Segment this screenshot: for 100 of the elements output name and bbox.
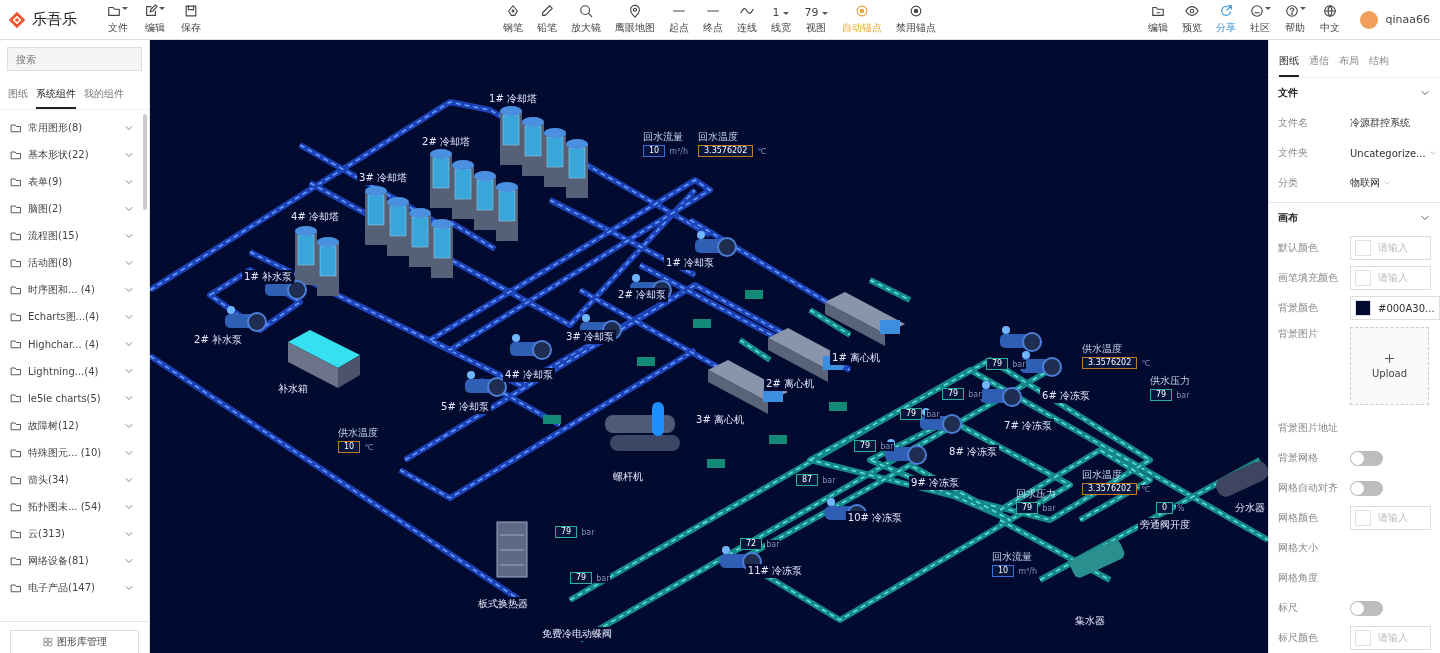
category-item[interactable]: 故障树(12) xyxy=(28,418,117,433)
caret-icon xyxy=(1264,7,1271,10)
scrollbar[interactable] xyxy=(143,114,147,210)
category-item[interactable]: 脑图(2) xyxy=(28,201,117,216)
toolbar-button[interactable]: 文件 xyxy=(103,2,132,37)
toolbar-button[interactable]: 鹰眼地图 xyxy=(610,2,659,37)
category-item[interactable]: Lightning...(4) xyxy=(28,365,117,377)
equipment-label: 2# 冷却塔 xyxy=(420,135,472,149)
category-item[interactable]: 时序图和... (4) xyxy=(28,283,117,298)
equipment-label: 5# 冷却泵 xyxy=(439,400,491,414)
field-label: 网格大小 xyxy=(1278,541,1319,555)
library-manage-button[interactable]: 图形库管理 xyxy=(10,630,139,653)
floppy-icon xyxy=(184,4,198,18)
readout-value: 10 xyxy=(338,441,361,453)
category-item[interactable]: 活动图(8) xyxy=(28,256,117,270)
readout-value: 3.3576202 xyxy=(698,145,754,157)
equipment-label: 3# 冷却塔 xyxy=(357,171,409,185)
category-item[interactable]: 特殊图元... (10) xyxy=(28,445,117,460)
category-item[interactable]: Highchar... (4) xyxy=(28,338,117,350)
readout-caption: 回水流量 xyxy=(992,550,1033,564)
folder-icon xyxy=(10,365,22,378)
toolbar-button[interactable]: 连线 xyxy=(732,2,761,37)
toolbar-button[interactable]: 1 线宽 xyxy=(766,2,795,37)
target-icon xyxy=(854,4,869,18)
toolbar-button[interactable]: 预览 xyxy=(1177,2,1206,37)
tab[interactable]: 图纸 xyxy=(8,83,28,109)
section-title[interactable]: 画布 xyxy=(1278,211,1298,225)
category-item[interactable]: 常用图形(8) xyxy=(28,120,117,135)
unit-label: bar xyxy=(821,475,837,485)
category-item[interactable]: 箭头(34) xyxy=(28,472,117,487)
tab[interactable]: 我的组件 xyxy=(84,83,124,109)
toolbar-button[interactable]: 帮助 xyxy=(1280,2,1310,37)
folder-icon xyxy=(107,4,121,18)
equipment-label: 9# 冷冻泵 xyxy=(909,476,961,490)
section-title[interactable]: 文件 xyxy=(1278,86,1298,100)
folder-icon xyxy=(10,419,22,432)
select-field[interactable]: Uncategorize... xyxy=(1350,147,1438,159)
toolbar-button[interactable]: 编辑 xyxy=(140,2,169,37)
toolbar-button[interactable]: 禁用锚点 xyxy=(891,2,940,37)
readout-value: 72 xyxy=(740,538,763,550)
field-label: 网格自动对齐 xyxy=(1278,481,1339,495)
field-label: 分类 xyxy=(1278,176,1299,190)
readout-caption: 回水温度 xyxy=(698,130,739,144)
category-item[interactable]: 电子产品(147) xyxy=(28,581,117,596)
category-item[interactable]: 云(313) xyxy=(28,526,117,541)
toolbar-button[interactable]: 放大镜 xyxy=(566,2,605,37)
share-icon xyxy=(1218,4,1233,18)
unit-label: bar xyxy=(765,539,781,549)
pump-drawing xyxy=(1000,326,1042,352)
folder-icon xyxy=(10,284,22,297)
unit-label: bar xyxy=(1175,390,1191,400)
toolbar-button[interactable]: 铅笔 xyxy=(532,2,561,37)
toolbar-button[interactable]: 起点 xyxy=(664,2,693,37)
field-value[interactable]: 冷源群控系统 xyxy=(1350,116,1410,130)
chevron-down-icon xyxy=(1427,148,1438,158)
tab[interactable]: 通信 xyxy=(1309,52,1329,77)
category-item[interactable]: 基本形状(22) xyxy=(28,147,117,162)
readout-value: 10 xyxy=(643,145,666,157)
category-item[interactable]: 表单(9) xyxy=(28,174,117,189)
equipment-label: 3# 离心机 xyxy=(694,413,746,427)
category-item[interactable]: le5le charts(5) xyxy=(28,393,117,404)
category-item[interactable]: Echarts图...(4) xyxy=(28,310,117,325)
toolbar-button[interactable]: 编辑 xyxy=(1143,2,1172,37)
tab[interactable]: 结构 xyxy=(1369,52,1389,77)
select-field[interactable]: 物联网 xyxy=(1350,176,1392,190)
category-item[interactable]: 网络设备(81) xyxy=(28,554,117,569)
toggle-switch[interactable] xyxy=(1350,600,1383,616)
folder-icon xyxy=(10,446,22,459)
unit-label: ℃ xyxy=(1140,358,1152,368)
toolbar-button[interactable]: 中文 xyxy=(1315,2,1344,37)
readout-value: 79 xyxy=(942,388,965,400)
status-indicator xyxy=(693,319,711,328)
color-field[interactable]: #000A30... xyxy=(1350,296,1440,320)
toolbar-button[interactable]: 79 视图 xyxy=(800,2,832,37)
unit-label: bar xyxy=(1011,359,1027,369)
search-field[interactable]: 搜索 xyxy=(7,47,142,71)
tab[interactable]: 系统组件 xyxy=(36,83,76,109)
user-name[interactable]: qinaa66 xyxy=(1385,13,1430,26)
toggle-switch[interactable] xyxy=(1350,450,1383,466)
equipment-label: 4# 冷却塔 xyxy=(289,210,341,224)
tab[interactable]: 图纸 xyxy=(1279,52,1299,77)
category-item[interactable]: 流程图(15) xyxy=(28,228,117,243)
toolbar-button[interactable]: 钢笔 xyxy=(498,2,527,37)
toolbar-button[interactable]: 保存 xyxy=(177,2,205,37)
tab[interactable]: 布局 xyxy=(1339,52,1359,77)
toolbar-button[interactable]: 终点 xyxy=(698,2,727,37)
folder-icon xyxy=(10,148,22,161)
field-label: 背景图片地址 xyxy=(1278,421,1339,435)
toggle-switch[interactable] xyxy=(1350,480,1383,496)
field-label: 网格角度 xyxy=(1278,571,1319,585)
toolbar-button[interactable]: 社区 xyxy=(1245,2,1275,37)
category-item[interactable]: 拓扑图未... (54) xyxy=(28,499,117,514)
folder-icon xyxy=(10,582,22,595)
equipment-label: 1# 离心机 xyxy=(830,351,882,365)
toolbar-button[interactable]: 分享 xyxy=(1211,2,1240,37)
status-indicator xyxy=(707,459,725,468)
caret-icon xyxy=(159,7,165,10)
upload-button[interactable]: Upload xyxy=(1350,327,1429,405)
color-swatch xyxy=(1355,270,1371,286)
unit-label: ℃ xyxy=(363,442,375,452)
